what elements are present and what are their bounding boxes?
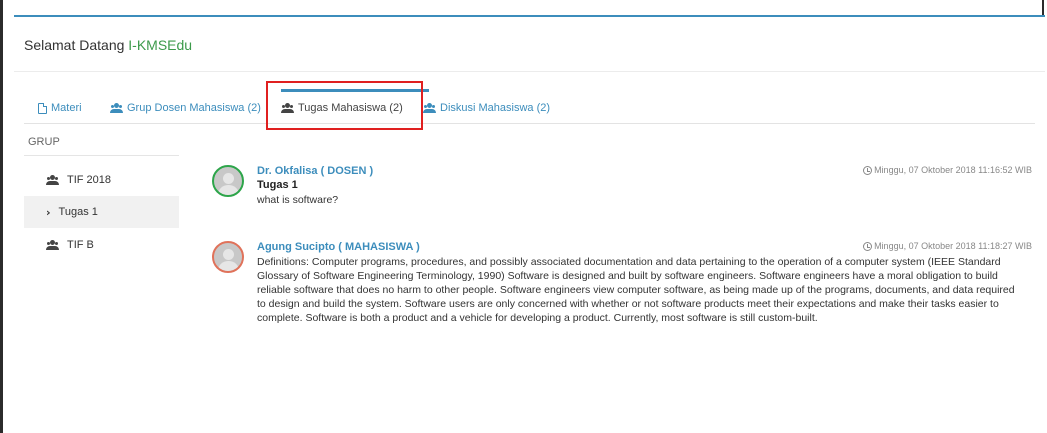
tab-label: Materi bbox=[51, 102, 82, 114]
post-text: what is software? bbox=[257, 194, 339, 206]
users-icon bbox=[46, 240, 59, 250]
sidebar-heading: GRUP bbox=[28, 136, 60, 148]
greeting-text: Selamat Datang bbox=[24, 37, 129, 53]
sidebar-item-tugas-1[interactable]: › Tugas 1 bbox=[24, 196, 179, 228]
clock-icon bbox=[863, 241, 873, 251]
post-date-text: Minggu, 07 Oktober 2018 11:16:52 WIB bbox=[874, 165, 1032, 175]
avatar bbox=[212, 165, 244, 197]
users-icon bbox=[46, 175, 59, 185]
users-icon bbox=[423, 103, 436, 113]
post-author[interactable]: Dr. Okfalisa ( DOSEN ) bbox=[257, 165, 373, 177]
tab-materi[interactable]: Materi bbox=[38, 102, 82, 114]
highlight-annotation bbox=[266, 81, 423, 130]
avatar bbox=[212, 241, 244, 273]
post-author[interactable]: Agung Sucipto ( MAHASISWA ) bbox=[257, 241, 420, 253]
tab-diskusi-mahasiswa[interactable]: Diskusi Mahasiswa (2) bbox=[423, 102, 550, 114]
tab-label: Diskusi Mahasiswa (2) bbox=[440, 102, 551, 114]
sidebar-item-label: TIF 2018 bbox=[67, 174, 112, 186]
tab-bar: Materi Grup Dosen Mahasiswa (2) Tugas Ma… bbox=[24, 81, 1035, 130]
post-title: Tugas 1 bbox=[257, 179, 298, 191]
app-name: I-KMSEdu bbox=[128, 37, 193, 53]
sidebar-item-label: Tugas 1 bbox=[58, 206, 98, 218]
window-left-edge bbox=[0, 0, 3, 433]
tab-label: Grup Dosen Mahasiswa (2) bbox=[127, 102, 261, 114]
post-date: Minggu, 07 Oktober 2018 11:16:52 WIB bbox=[863, 165, 1032, 175]
sidebar-divider bbox=[24, 155, 179, 156]
tab-grup-dosen-mahasiswa[interactable]: Grup Dosen Mahasiswa (2) bbox=[110, 102, 261, 114]
users-icon bbox=[110, 103, 123, 113]
chevron-right-icon: › bbox=[46, 205, 51, 219]
post-item: Agung Sucipto ( MAHASISWA ) Minggu, 07 O… bbox=[212, 241, 1032, 361]
page-title: Selamat Datang I-KMSEdu bbox=[14, 17, 1045, 72]
post-date: Minggu, 07 Oktober 2018 11:18:27 WIB bbox=[863, 241, 1032, 251]
sidebar-item-label: TIF B bbox=[67, 239, 94, 251]
clock-icon bbox=[863, 165, 873, 175]
post-date-text: Minggu, 07 Oktober 2018 11:18:27 WIB bbox=[874, 241, 1032, 251]
sidebar-item-tif-b[interactable]: TIF B bbox=[24, 229, 179, 261]
post-text: Definitions: Computer programs, procedur… bbox=[257, 256, 1015, 324]
post-item: Dr. Okfalisa ( DOSEN ) Minggu, 07 Oktobe… bbox=[212, 165, 1032, 225]
file-icon bbox=[38, 102, 47, 114]
sidebar-item-tif-2018[interactable]: TIF 2018 bbox=[24, 164, 179, 196]
